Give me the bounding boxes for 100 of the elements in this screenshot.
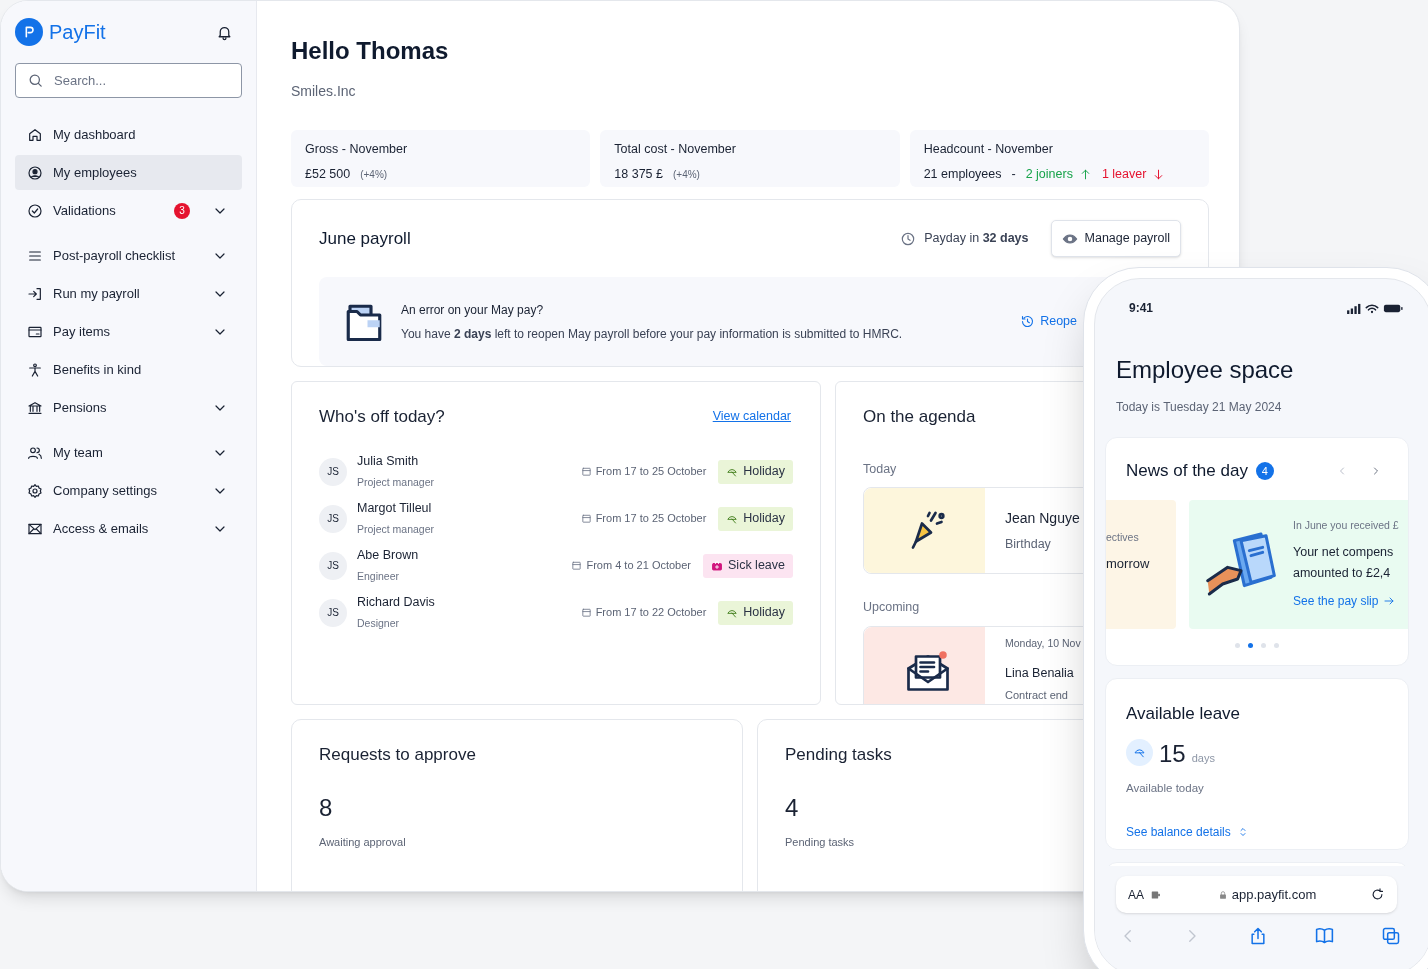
today-date: Today is Tuesday 21 May 2024: [1116, 399, 1283, 416]
news-item-card[interactable]: ectives morrow: [1106, 499, 1176, 629]
user-circle-icon: [27, 164, 43, 181]
event-name: Jean Nguye: [1005, 508, 1080, 528]
leave-dates: From 4 to 21 October: [586, 558, 691, 574]
bank-icon: [27, 399, 43, 416]
section-label: Upcoming: [863, 599, 920, 617]
calendar-icon: [571, 560, 583, 571]
home-icon: [27, 126, 43, 143]
nav-item[interactable]: Run my payroll: [15, 276, 242, 311]
card-title: Available leave: [1126, 703, 1242, 725]
stat-value: £52 500: [305, 165, 351, 183]
news-headline: Your net compens: [1293, 544, 1395, 562]
enter-icon: [27, 285, 43, 302]
employee-role: Project manager: [357, 475, 436, 490]
nav-item[interactable]: My dashboard: [15, 117, 242, 152]
leave-type: Holiday: [743, 463, 785, 481]
employee-role: Engineer: [357, 569, 401, 584]
employee-name: Richard Davis: [357, 594, 436, 612]
stat-change: (+4%): [673, 167, 700, 182]
card-title: June payroll: [319, 227, 412, 250]
nav-item[interactable]: My employees: [15, 155, 242, 190]
settings-icon: [27, 482, 43, 499]
nav-item[interactable]: Pensions: [15, 390, 242, 425]
search-field[interactable]: Search...: [15, 63, 242, 98]
leave-unit: days: [1191, 751, 1215, 766]
lock-icon: [1217, 889, 1228, 900]
nav-item[interactable]: Benefits in kind: [15, 352, 242, 387]
manage-payroll-button[interactable]: Manage payroll: [1050, 220, 1181, 257]
company-name: Smiles.Inc: [291, 82, 357, 101]
count-value: 8: [319, 792, 333, 823]
leave-dates: From 17 to 25 October: [595, 511, 707, 527]
event-name: Lina Benalia: [1005, 664, 1075, 682]
balance-details-link[interactable]: See balance details: [1126, 822, 1408, 841]
nav-item[interactable]: Access & emails: [15, 511, 242, 546]
stat-label: Gross - November: [305, 141, 409, 158]
card-title: On the agenda: [863, 406, 976, 428]
card-title: News of the day: [1126, 460, 1248, 482]
stat-label: Headcount - November: [923, 141, 1054, 158]
stat-change: (+4%): [360, 167, 388, 182]
stat-value: 18 375 £: [614, 165, 663, 183]
search-icon: [27, 72, 44, 89]
employee-name: Abe Brown: [357, 547, 420, 565]
address-bar[interactable]: AA app.payfit.com: [1116, 876, 1397, 913]
count-caption: Pending tasks: [785, 834, 855, 850]
calendar-icon: [580, 607, 592, 618]
logo-text: PayFit: [49, 20, 106, 45]
medical-bag-icon: [711, 559, 723, 572]
book-icon: [1313, 925, 1335, 946]
card-title: Who's off today?: [319, 406, 445, 428]
check-circle-icon: [27, 202, 43, 219]
joiners-count: 2 joiners: [1025, 165, 1073, 183]
nav-item[interactable]: Pay items: [15, 314, 242, 349]
wifi-icon: [1365, 302, 1379, 314]
news-headline: amounted to £2,4: [1293, 565, 1392, 583]
leave-caption: Available today: [1126, 780, 1205, 796]
section-label: Today: [863, 460, 897, 478]
team-icon: [27, 444, 43, 461]
battery-icon: [1383, 302, 1403, 314]
leavers-count: 1 leaver: [1101, 165, 1147, 183]
view-calendar-link[interactable]: View calendar: [712, 407, 791, 427]
status-time: 9:41: [1129, 300, 1154, 317]
news-item-card[interactable]: In June you received £ Your net compens amounted to £2,4 See the pay slip: [1189, 499, 1408, 629]
count-badge: 3: [174, 202, 190, 219]
clock-icon: [900, 230, 917, 247]
employee-role: Designer: [357, 616, 401, 631]
reopen-link[interactable]: Reope: [1020, 312, 1077, 331]
text-size-button[interactable]: AA: [1128, 885, 1144, 904]
news-caption: ectives: [1106, 529, 1139, 545]
employee-name: Julia Smith: [357, 453, 420, 471]
leave-type: Sick leave: [728, 557, 785, 575]
stat-value: 21 employees: [923, 165, 1002, 183]
tabs-icon: [1381, 925, 1401, 946]
count-caption: Awaiting approval: [319, 834, 406, 850]
screen-title: Employee space: [1116, 355, 1295, 385]
card-title: Pending tasks: [785, 744, 892, 766]
leave-count: 15: [1159, 739, 1186, 768]
leave-dates: From 17 to 22 October: [595, 605, 707, 621]
stat-label: Total cost - November: [614, 141, 737, 158]
event-detail: Birthday: [1005, 535, 1052, 553]
pay-slip-link[interactable]: See the pay slip: [1293, 592, 1399, 611]
reload-icon: [1370, 887, 1385, 902]
leave-dates: From 17 to 25 October: [595, 464, 707, 480]
leave-type: Holiday: [743, 510, 785, 528]
page-title: Hello Thomas: [291, 36, 450, 66]
calendar-icon: [580, 466, 592, 477]
employee-name: Margot Tilleul: [357, 500, 433, 518]
url-text: app.payfit.com: [1231, 885, 1317, 904]
nav-item[interactable]: My team: [15, 435, 242, 470]
employee-role: Project manager: [357, 522, 436, 537]
nav-item[interactable]: Post-payroll checklist: [15, 238, 242, 273]
card-title: Requests to approve: [319, 744, 476, 766]
avatar-initials: JS: [319, 551, 347, 580]
avatar-initials: JS: [319, 457, 347, 486]
avatar-initials: JS: [319, 598, 347, 627]
event-date: Monday, 10 Nov: [1005, 636, 1081, 651]
nav-item[interactable]: Company settings: [15, 473, 242, 508]
figure-icon: [27, 361, 43, 378]
nav-item[interactable]: Validations 3: [15, 193, 242, 228]
alert-message: You have 2 days left to reopen May payroll before your pay information is submitted to HMRC.: [401, 325, 904, 343]
